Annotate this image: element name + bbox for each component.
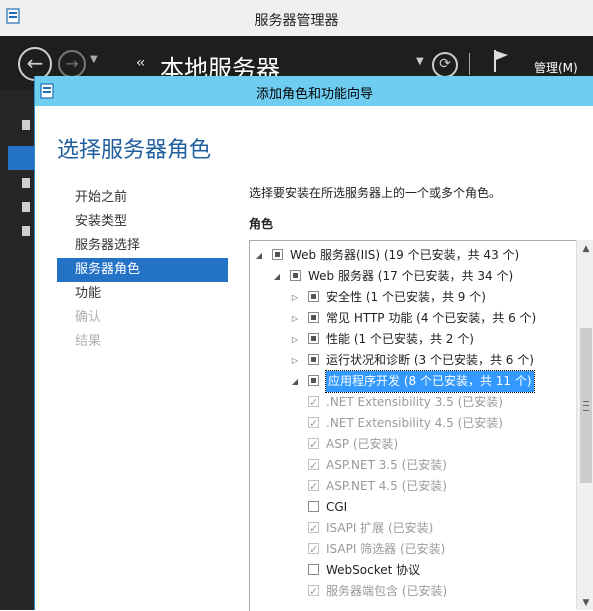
- role-checkbox[interactable]: [290, 270, 301, 281]
- collapse-arrow-icon[interactable]: ◢: [254, 245, 264, 266]
- role-checkbox: [308, 455, 319, 476]
- role-label[interactable]: 运行状况和诊断 (3 个已安装，共 6 个): [326, 350, 534, 371]
- role-label[interactable]: WebSocket 协议: [326, 560, 420, 581]
- wizard-step[interactable]: 安装类型: [57, 210, 228, 234]
- role-checkbox[interactable]: [308, 354, 319, 365]
- back-arrow-icon: ←: [26, 51, 44, 75]
- tree-row[interactable]: ▷ 性能 (1 个已安装，共 2 个): [250, 329, 575, 350]
- refresh-button[interactable]: ⟳: [432, 52, 458, 78]
- role-checkbox[interactable]: [308, 564, 319, 575]
- tree-row[interactable]: ASP.NET 3.5 (已安装): [250, 455, 575, 476]
- roles-tree-scrollbar[interactable]: ▲ ▼: [576, 240, 593, 610]
- tree-row[interactable]: ◢ 应用程序开发 (8 个已安装，共 11 个): [250, 370, 575, 393]
- iis-icon[interactable]: [22, 226, 30, 236]
- wizard-title: 添加角色和功能向导: [255, 87, 373, 102]
- scroll-down-icon[interactable]: ▼: [577, 596, 593, 610]
- scroll-up-icon[interactable]: ▲: [577, 240, 593, 258]
- forward-arrow-icon: →: [65, 54, 79, 73]
- tree-row[interactable]: 服务器端包含 (已安装): [250, 581, 575, 602]
- server-manager-titlebar: 服务器管理器: [0, 0, 593, 37]
- instruction-text: 选择要安装在所选服务器上的一个或多个角色。: [249, 186, 502, 200]
- refresh-dropdown-icon[interactable]: ▼: [416, 56, 424, 67]
- wizard-step: 结果: [75, 334, 102, 349]
- server-manager-sidebar: [0, 90, 34, 610]
- role-label[interactable]: .NET Extensibility 4.5 (已安装): [326, 413, 503, 434]
- role-checkbox: [308, 434, 319, 455]
- toolbar-separator: [469, 53, 470, 75]
- tree-row[interactable]: CGI: [250, 497, 575, 518]
- role-checkbox: [308, 392, 319, 413]
- add-roles-wizard-window: 添加角色和功能向导 选择服务器角色 开始之前 安装类型 服务器选择 服务器角色 功能确认…: [34, 76, 593, 611]
- tree-row[interactable]: ISAPI 筛选器 (已安装): [250, 539, 575, 560]
- tree-row[interactable]: ▷ 常见 HTTP 功能 (4 个已安装，共 6 个): [250, 308, 575, 329]
- wizard-steps: 开始之前 安装类型 服务器选择 服务器角色 功能确认结果: [57, 186, 228, 354]
- role-checkbox[interactable]: [308, 375, 319, 386]
- role-label[interactable]: ASP.NET 4.5 (已安装): [326, 476, 447, 497]
- history-dropdown-icon[interactable]: ▼: [90, 54, 98, 65]
- role-checkbox[interactable]: [308, 291, 319, 302]
- role-label[interactable]: 安全性 (1 个已安装，共 9 个): [326, 287, 486, 308]
- expand-arrow-icon[interactable]: ▷: [290, 308, 300, 329]
- scroll-thumb[interactable]: [580, 328, 592, 483]
- expand-arrow-icon[interactable]: ▷: [290, 287, 300, 308]
- roles-tree[interactable]: ◢ Web 服务器(IIS) (19 个已安装，共 43 个) ◢ Web 服务器 (…: [249, 240, 593, 611]
- forward-button[interactable]: →: [58, 50, 86, 78]
- local-server-nav-item[interactable]: [8, 146, 34, 170]
- notifications-flag-icon[interactable]: [492, 49, 510, 73]
- scroll-grip-icon: [583, 401, 589, 411]
- role-checkbox: [308, 476, 319, 497]
- wizard-step[interactable]: 功能: [57, 282, 228, 306]
- wizard-titlebar: 添加角色和功能向导: [35, 76, 593, 106]
- refresh-icon: ⟳: [439, 56, 451, 72]
- roles-label: 角色: [249, 217, 274, 231]
- tree-row[interactable]: ▷ 安全性 (1 个已安装，共 9 个): [250, 287, 575, 308]
- wizard-step[interactable]: 开始之前: [57, 186, 228, 210]
- tree-row[interactable]: ASP.NET 4.5 (已安装): [250, 476, 575, 497]
- role-label[interactable]: Web 服务器 (17 个已安装，共 34 个): [308, 266, 513, 287]
- role-label[interactable]: ASP (已安装): [326, 434, 398, 455]
- collapse-arrow-icon[interactable]: ◢: [290, 371, 300, 392]
- tree-row[interactable]: ◢ Web 服务器 (17 个已安装，共 34 个): [250, 266, 575, 287]
- role-checkbox: [308, 539, 319, 560]
- role-label[interactable]: CGI: [326, 497, 347, 518]
- role-label[interactable]: 常见 HTTP 功能 (4 个已安装，共 6 个): [326, 308, 536, 329]
- role-label[interactable]: 服务器端包含 (已安装): [326, 581, 447, 602]
- role-label[interactable]: ISAPI 筛选器 (已安装): [326, 539, 445, 560]
- role-label[interactable]: ISAPI 扩展 (已安装): [326, 518, 433, 539]
- role-checkbox[interactable]: [308, 312, 319, 323]
- tree-row[interactable]: WebSocket 协议: [250, 560, 575, 581]
- breadcrumb-arrows: ‹‹: [136, 55, 145, 71]
- role-label[interactable]: ASP.NET 3.5 (已安装): [326, 455, 447, 476]
- tree-row[interactable]: .NET Extensibility 3.5 (已安装): [250, 392, 575, 413]
- page-title: 选择服务器角色: [57, 138, 212, 163]
- wizard-step: 确认: [75, 310, 102, 325]
- expand-arrow-icon[interactable]: ▷: [290, 329, 300, 350]
- tree-row[interactable]: .NET Extensibility 4.5 (已安装): [250, 413, 575, 434]
- file-services-icon[interactable]: [22, 202, 30, 212]
- wizard-step[interactable]: 服务器选择: [57, 234, 228, 258]
- role-checkbox: [308, 413, 319, 434]
- role-checkbox[interactable]: [308, 501, 319, 512]
- wizard-step[interactable]: 服务器角色: [57, 258, 228, 282]
- role-checkbox: [308, 581, 319, 602]
- expand-arrow-icon[interactable]: ▷: [290, 350, 300, 371]
- role-checkbox[interactable]: [308, 333, 319, 344]
- role-label[interactable]: Web 服务器(IIS) (19 个已安装，共 43 个): [290, 245, 519, 266]
- role-checkbox[interactable]: [272, 249, 283, 260]
- role-checkbox: [308, 518, 319, 539]
- collapse-arrow-icon[interactable]: ◢: [272, 266, 282, 287]
- role-label[interactable]: .NET Extensibility 3.5 (已安装): [326, 392, 503, 413]
- tree-row[interactable]: ASP (已安装): [250, 434, 575, 455]
- tree-row[interactable]: ISAPI 扩展 (已安装): [250, 518, 575, 539]
- dashboard-icon[interactable]: [22, 120, 30, 130]
- server-manager-title: 服务器管理器: [254, 13, 339, 29]
- tree-row[interactable]: ▷ 运行状况和诊断 (3 个已安装，共 6 个): [250, 350, 575, 371]
- role-label[interactable]: 性能 (1 个已安装，共 2 个): [326, 329, 474, 350]
- manage-menu[interactable]: 管理(M): [534, 59, 578, 76]
- tree-row[interactable]: ◢ Web 服务器(IIS) (19 个已安装，共 43 个): [250, 245, 575, 266]
- all-servers-icon[interactable]: [22, 178, 30, 188]
- role-label[interactable]: 应用程序开发 (8 个已安装，共 11 个): [325, 370, 535, 393]
